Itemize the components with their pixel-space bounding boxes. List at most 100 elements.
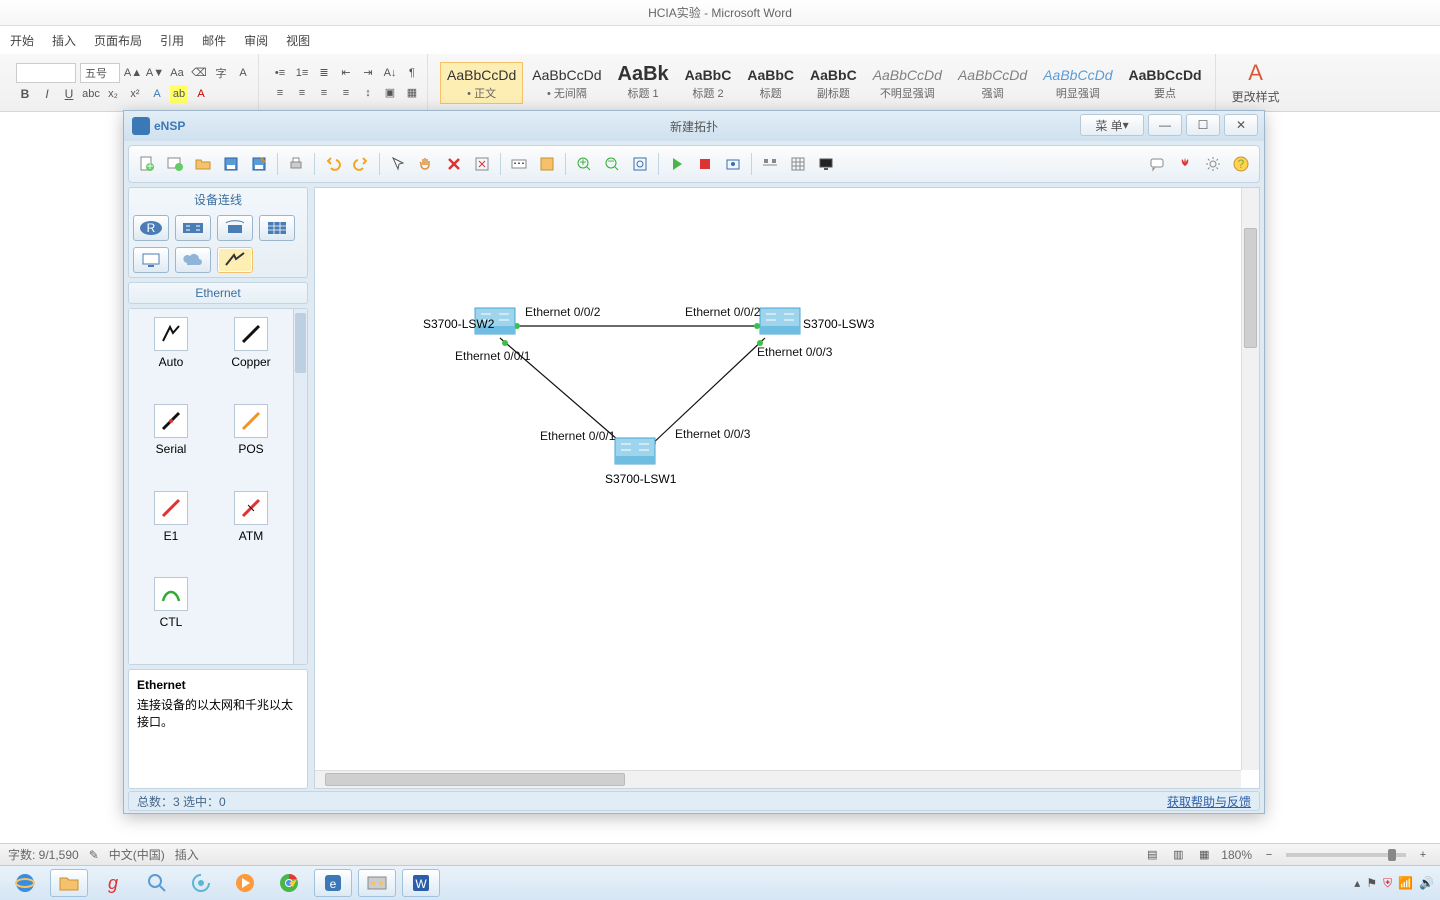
zoom-value[interactable]: 180% bbox=[1221, 848, 1252, 862]
start-icon[interactable] bbox=[665, 152, 689, 176]
cloud-category-icon[interactable] bbox=[175, 247, 211, 273]
tray-shield-icon[interactable]: ⛨ bbox=[1383, 876, 1392, 891]
multilevel-icon[interactable]: ≣ bbox=[315, 64, 333, 82]
style-item[interactable]: AaBbCcDd不明显强调 bbox=[866, 62, 949, 104]
ensp-taskbar-icon[interactable]: e bbox=[314, 869, 352, 897]
style-item[interactable]: AaBbCcDd强调 bbox=[951, 62, 1034, 104]
stop-icon[interactable] bbox=[693, 152, 717, 176]
cable-item-e1[interactable]: E1 bbox=[133, 491, 209, 570]
zoom-fit-icon[interactable] bbox=[628, 152, 652, 176]
ribbon-tab[interactable]: 视图 bbox=[286, 32, 310, 49]
zoom-in-icon[interactable]: + bbox=[1414, 846, 1432, 864]
bullets-icon[interactable]: •≡ bbox=[271, 64, 289, 82]
change-case-icon[interactable]: Aa bbox=[168, 64, 186, 82]
indent-dec-icon[interactable]: ⇤ bbox=[337, 64, 355, 82]
cable-item-ctl[interactable]: CTL bbox=[133, 577, 209, 656]
message-icon[interactable] bbox=[1145, 152, 1169, 176]
align-center-icon[interactable]: ≡ bbox=[293, 84, 311, 102]
ribbon-tab[interactable]: 页面布局 bbox=[94, 32, 142, 49]
font-color-icon[interactable]: A bbox=[192, 85, 210, 103]
canvas-scrollbar-v[interactable] bbox=[1241, 188, 1259, 770]
char-border-icon[interactable]: A bbox=[234, 64, 252, 82]
system-tray[interactable]: ▴ ⚑ ⛨ 📶 🔊 bbox=[1354, 876, 1434, 891]
chrome-icon[interactable] bbox=[270, 869, 308, 897]
sort-icon[interactable]: A↓ bbox=[381, 64, 399, 82]
ie-icon[interactable] bbox=[6, 869, 44, 897]
topology-canvas[interactable]: S3700-LSW2 S3700-LSW3 S3700-LSW1 Etherne… bbox=[314, 187, 1260, 789]
switch-node[interactable]: S3700-LSW1 bbox=[605, 438, 677, 486]
tray-network-icon[interactable]: 📶 bbox=[1398, 876, 1413, 890]
style-item[interactable]: AaBbC标题 2 bbox=[678, 62, 739, 104]
switch-category-icon[interactable] bbox=[175, 215, 211, 241]
indent-inc-icon[interactable]: ⇥ bbox=[359, 64, 377, 82]
ensp-titlebar[interactable]: eNSP 新建拓扑 菜 单 ▾ — ☐ ✕ bbox=[124, 111, 1264, 141]
grow-font-icon[interactable]: A▲ bbox=[124, 64, 142, 82]
text-effect-icon[interactable]: A bbox=[148, 85, 166, 103]
superscript-icon[interactable]: x² bbox=[126, 85, 144, 103]
zoomin-icon[interactable]: + bbox=[572, 152, 596, 176]
saveas-icon[interactable] bbox=[247, 152, 271, 176]
line-spacing-icon[interactable]: ↕ bbox=[359, 84, 377, 102]
word-count[interactable]: 字数: 9/1,590 bbox=[8, 846, 79, 863]
word-lang[interactable]: 中文(中国) bbox=[109, 846, 165, 863]
highlight-icon[interactable]: ab bbox=[170, 85, 188, 103]
delete-icon[interactable] bbox=[442, 152, 466, 176]
cable-item-auto[interactable]: Auto bbox=[133, 317, 209, 396]
ribbon-tab[interactable]: 审阅 bbox=[244, 32, 268, 49]
justify-icon[interactable]: ≡ bbox=[337, 84, 355, 102]
minimize-button[interactable]: — bbox=[1148, 114, 1182, 136]
cable-item-copper[interactable]: Copper bbox=[213, 317, 289, 396]
cable-category-icon[interactable] bbox=[217, 247, 253, 273]
style-item[interactable]: AaBbCcDd• 无间隔 bbox=[525, 62, 608, 104]
align-right-icon[interactable]: ≡ bbox=[315, 84, 333, 102]
switch-node[interactable]: S3700-LSW2 bbox=[423, 308, 515, 334]
open-icon[interactable] bbox=[191, 152, 215, 176]
cable-item-atm[interactable]: ATM bbox=[213, 491, 289, 570]
help-link[interactable]: 获取帮助与反馈 bbox=[1167, 793, 1251, 810]
view-print-icon[interactable]: ▤ bbox=[1143, 846, 1161, 864]
view-read-icon[interactable]: ▥ bbox=[1169, 846, 1187, 864]
pointer-icon[interactable] bbox=[386, 152, 410, 176]
text-icon[interactable]: ⋯ bbox=[507, 152, 531, 176]
pan-icon[interactable] bbox=[414, 152, 438, 176]
ribbon-tab[interactable]: 插入 bbox=[52, 32, 76, 49]
subscript-icon[interactable]: x₂ bbox=[104, 85, 122, 103]
style-item[interactable]: AaBk标题 1 bbox=[611, 62, 676, 104]
shading-icon[interactable]: ▣ bbox=[381, 84, 399, 102]
proof-icon[interactable]: ✎ bbox=[89, 848, 99, 862]
firewall-category-icon[interactable] bbox=[259, 215, 295, 241]
borders-icon[interactable]: ▦ bbox=[403, 84, 421, 102]
shrink-font-icon[interactable]: A▼ bbox=[146, 64, 164, 82]
tray-arrow-icon[interactable]: ▴ bbox=[1354, 876, 1360, 890]
zoom-out-icon[interactable]: − bbox=[1260, 846, 1278, 864]
font-select[interactable] bbox=[16, 63, 76, 83]
canvas-scrollbar-h[interactable] bbox=[315, 770, 1241, 788]
style-item[interactable]: AaBbCcDd• 正文 bbox=[440, 62, 523, 104]
font-size-select[interactable]: 五号 bbox=[80, 63, 120, 83]
screen-icon[interactable] bbox=[814, 152, 838, 176]
app-keys-icon[interactable] bbox=[358, 869, 396, 897]
help-icon[interactable]: ? bbox=[1229, 152, 1253, 176]
new-icon[interactable]: + bbox=[135, 152, 159, 176]
numbering-icon[interactable]: 1≡ bbox=[293, 64, 311, 82]
underline-icon[interactable]: U bbox=[60, 85, 78, 103]
style-item[interactable]: AaBbCcDd明显强调 bbox=[1036, 62, 1119, 104]
zoom-slider[interactable] bbox=[1286, 853, 1406, 857]
ribbon-tab[interactable]: 引用 bbox=[160, 32, 184, 49]
strike-icon[interactable]: abc bbox=[82, 85, 100, 103]
bold-icon[interactable]: B bbox=[16, 85, 34, 103]
show-marks-icon[interactable]: ¶ bbox=[403, 64, 421, 82]
close-button[interactable]: ✕ bbox=[1224, 114, 1258, 136]
palette-icon[interactable] bbox=[535, 152, 559, 176]
wlan-category-icon[interactable] bbox=[217, 215, 253, 241]
print-icon[interactable] bbox=[284, 152, 308, 176]
huawei-icon[interactable] bbox=[1173, 152, 1197, 176]
switch-node[interactable]: S3700-LSW3 bbox=[760, 308, 875, 334]
magnifier-icon[interactable] bbox=[138, 869, 176, 897]
tray-flag-icon[interactable]: ⚑ bbox=[1366, 876, 1377, 890]
word-insert-mode[interactable]: 插入 bbox=[175, 846, 199, 863]
zoomout-icon[interactable]: − bbox=[600, 152, 624, 176]
clear-format-icon[interactable]: ⌫ bbox=[190, 64, 208, 82]
ribbon-tab[interactable]: 开始 bbox=[10, 32, 34, 49]
redo-icon[interactable] bbox=[349, 152, 373, 176]
